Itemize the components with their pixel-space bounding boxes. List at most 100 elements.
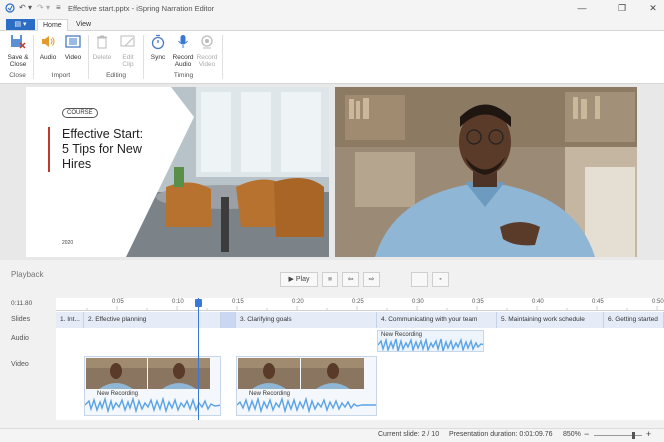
group-label-close: Close: [9, 72, 26, 79]
tick-label: 0:45: [592, 299, 604, 305]
clip-button-2[interactable]: ▪: [432, 272, 449, 287]
save-close-label-2: Close: [9, 61, 27, 68]
webcam-icon: [201, 35, 213, 49]
video-2-waveform: [237, 397, 376, 413]
minimize-button[interactable]: —: [574, 2, 590, 14]
arrow-left-icon: ⇦: [347, 276, 354, 283]
trash-icon: [97, 35, 107, 49]
video-clip-2[interactable]: New Recording: [236, 356, 377, 416]
row-label-video: Video: [11, 361, 29, 368]
slide-segment-selection[interactable]: [221, 312, 236, 328]
record-audio-label-1: Record: [172, 54, 194, 61]
file-menu-icon: ▤ ▾: [14, 21, 27, 28]
audio-clip[interactable]: New Recording: [377, 330, 484, 352]
ribbon: Save & Close Audio Video Delete Edit Cli…: [0, 31, 664, 84]
audio-label: Audio: [39, 54, 57, 61]
slide-segment-3[interactable]: 3. Clarifying goals: [236, 312, 377, 328]
slide-year: 2020: [62, 240, 74, 246]
slide-title-line-3: Hires: [62, 157, 92, 171]
video-1-waveform: [85, 397, 220, 413]
stopwatch-icon: [151, 34, 165, 50]
stop-button[interactable]: ■: [322, 272, 338, 287]
tick-label: 0:40: [532, 299, 544, 305]
import-audio-button[interactable]: Audio: [37, 33, 59, 61]
group-separator: [33, 35, 34, 79]
group-separator: [222, 35, 223, 79]
slide-segment-1[interactable]: 1. Int...: [56, 312, 84, 328]
record-audio-button[interactable]: Record Audio: [171, 33, 195, 68]
course-badge: COURSE: [62, 108, 98, 118]
chevron-down-icon[interactable]: ▾: [46, 3, 50, 12]
group-separator: [143, 35, 144, 79]
zoom-out-button[interactable]: −: [584, 429, 589, 439]
duration-status: Presentation duration: 0:01:09.76: [449, 431, 553, 438]
microphone-icon: [178, 35, 188, 48]
delete-button[interactable]: Delete: [91, 33, 113, 61]
play-label: Play: [295, 276, 310, 283]
tick-label: 0:10: [172, 299, 184, 305]
slide-segment-4[interactable]: 4. Communicating with your team: [377, 312, 497, 328]
next-slide-button[interactable]: ⇨: [363, 272, 380, 287]
chevron-down-icon[interactable]: ▾: [28, 3, 32, 12]
playback-title: Playback: [11, 270, 44, 279]
file-menu-button[interactable]: ▤ ▾: [6, 19, 35, 30]
video-clip-1[interactable]: New Recording: [84, 356, 221, 416]
sync-button[interactable]: Sync: [147, 33, 169, 61]
group-separator: [88, 35, 89, 79]
tab-home[interactable]: Home: [37, 19, 68, 31]
zoom-slider-handle[interactable]: [632, 432, 635, 439]
status-bar: Current slide: 2 / 10 Presentation durat…: [0, 428, 664, 442]
sync-label: Sync: [150, 54, 166, 61]
audio-waveform: [378, 338, 483, 351]
zoom-in-button[interactable]: +: [646, 429, 651, 439]
group-label-import: Import: [51, 72, 71, 79]
playhead-line: [198, 298, 199, 420]
tick-label: 0:05: [112, 299, 124, 305]
slide-segment-2[interactable]: 2. Effective planning: [84, 312, 221, 328]
tick-label: 0:35: [472, 299, 484, 305]
app-icon: [5, 3, 15, 15]
row-label-audio: Audio: [11, 335, 29, 342]
title-bar: ↶ ▾ ↷ ▾ ≡ Effective start.pptx - iSpring…: [0, 0, 664, 18]
play-button[interactable]: ▶ Play: [280, 272, 318, 287]
clip-button-1[interactable]: [411, 272, 428, 287]
slide-segment-6[interactable]: 6. Getting started: [604, 312, 664, 328]
save-close-button[interactable]: Save & Close: [5, 33, 31, 68]
slide-title-line-2: 5 Tips for New: [62, 142, 142, 156]
timeline[interactable]: 0:05 0:10 0:15 0:20 0:25 0:30 0:35 0:40 …: [56, 298, 664, 420]
stop-icon: ■: [327, 276, 333, 283]
window-title: Effective start.pptx - iSpring Narration…: [68, 4, 215, 13]
ribbon-tabs: ▤ ▾ Home View: [0, 18, 664, 31]
tab-view[interactable]: View: [71, 19, 96, 30]
tick-label: 0:15: [232, 299, 244, 305]
record-video-label-1: Record: [196, 54, 218, 61]
customize-icon[interactable]: ≡: [56, 3, 61, 12]
video-thumbnails: [86, 358, 210, 389]
speaker-icon: [42, 36, 55, 47]
import-video-button[interactable]: Video: [62, 33, 84, 61]
slide-title: Effective Start: 5 Tips for New Hires: [62, 127, 143, 172]
previous-slide-button[interactable]: ⇦: [342, 272, 359, 287]
film-icon: [65, 35, 81, 48]
current-time: 0:11.80: [11, 300, 33, 307]
redo-icon[interactable]: ↷: [37, 3, 44, 12]
edit-clip-label-1: Edit: [122, 54, 134, 61]
playhead-handle[interactable]: [195, 299, 202, 307]
slide-segment-5[interactable]: 5. Maintaining work schedule: [497, 312, 604, 328]
edit-clip-button[interactable]: Edit Clip: [117, 33, 139, 68]
slide-preview: COURSE Effective Start: 5 Tips for New H…: [26, 87, 329, 257]
tick-label: 0:25: [352, 299, 364, 305]
tick-label: 0:20: [292, 299, 304, 305]
undo-icon[interactable]: ↶: [19, 3, 26, 12]
tick-label: 0:30: [412, 299, 424, 305]
arrow-right-icon: ⇨: [368, 276, 375, 283]
close-button[interactable]: ✕: [645, 2, 661, 14]
slide-title-line-1: Effective Start:: [62, 127, 144, 141]
playback-panel: Playback ▶ Play ■ ⇦ ⇨ ▪ 0:11.80 Slides A…: [0, 260, 664, 430]
maximize-button[interactable]: ❐: [614, 2, 630, 14]
timeline-ruler[interactable]: 0:05 0:10 0:15 0:20 0:25 0:30 0:35 0:40 …: [56, 298, 664, 311]
record-video-label-2: Video: [198, 61, 216, 68]
clip-stop-icon: ▪: [439, 276, 442, 283]
record-video-button[interactable]: Record Video: [195, 33, 219, 68]
current-slide-status: Current slide: 2 / 10: [378, 431, 440, 438]
